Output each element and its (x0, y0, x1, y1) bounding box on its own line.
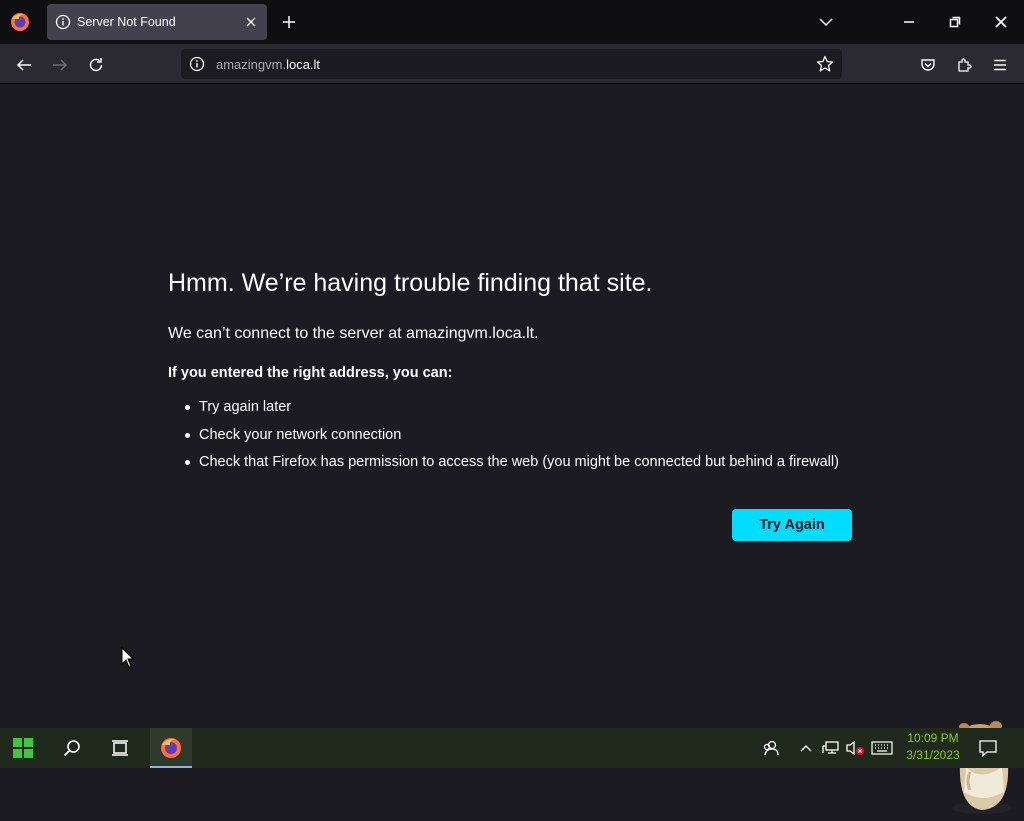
reload-icon[interactable] (82, 51, 110, 79)
clock[interactable]: 10:09 PM 3/31/2023 (896, 730, 970, 766)
notification-icon[interactable] (976, 728, 1000, 768)
mouse-cursor-icon (121, 646, 135, 669)
url-prefix: amazingvm. (216, 57, 287, 72)
taskbar: 10:09 PM 3/31/2023 (0, 728, 1024, 768)
nav-bar: amazingvm.loca.lt (0, 44, 1024, 84)
tab-title: Server Not Found (77, 15, 176, 29)
error-page: Hmm. We’re having trouble finding that s… (0, 84, 1024, 814)
clock-time: 10:09 PM (907, 731, 959, 745)
forward-icon[interactable] (46, 51, 74, 79)
error-subheading: If you entered the right address, you ca… (168, 365, 453, 381)
firefox-icon (161, 738, 181, 758)
close-window-icon[interactable] (978, 0, 1024, 44)
back-icon[interactable] (10, 51, 38, 79)
keyboard-icon[interactable] (870, 728, 894, 768)
title-bar: Server Not Found (0, 0, 1024, 44)
network-icon[interactable] (820, 728, 842, 768)
windows-start-icon[interactable] (0, 728, 46, 768)
tab-server-not-found[interactable]: Server Not Found (47, 4, 267, 40)
tray-chevron-icon[interactable] (798, 728, 814, 768)
try-again-button[interactable]: Try Again (732, 509, 852, 541)
minimize-icon[interactable] (886, 0, 932, 44)
list-item: Try again later (168, 396, 839, 424)
firefox-icon[interactable] (8, 10, 32, 34)
people-icon[interactable] (760, 728, 782, 768)
restore-icon[interactable] (932, 0, 978, 44)
menu-icon[interactable] (986, 51, 1014, 79)
task-view-icon[interactable] (97, 728, 143, 768)
firefox-taskbar-button[interactable] (150, 728, 192, 768)
star-icon[interactable] (815, 54, 835, 74)
error-description: We can’t connect to the server at amazin… (168, 325, 539, 342)
info-icon (55, 14, 71, 30)
plus-icon[interactable] (277, 10, 301, 34)
extensions-icon[interactable] (950, 51, 978, 79)
url-bar[interactable]: amazingvm.loca.lt (181, 49, 842, 79)
chevron-down-icon[interactable] (813, 10, 839, 34)
url-domain: loca.lt (286, 57, 321, 72)
clock-date: 3/31/2023 (906, 748, 960, 762)
pocket-icon[interactable] (914, 51, 942, 79)
list-item: Check your network connection (168, 424, 839, 452)
info-icon[interactable] (189, 56, 205, 72)
search-icon[interactable] (49, 728, 95, 768)
url-text[interactable]: amazingvm.loca.lt (216, 57, 320, 72)
close-icon[interactable] (241, 12, 261, 32)
suggestion-list: Try again later Check your network conne… (168, 396, 839, 479)
volume-muted-icon[interactable] (844, 728, 866, 768)
list-item: Check that Firefox has permission to acc… (168, 451, 839, 479)
error-title: Hmm. We’re having trouble finding that s… (168, 269, 653, 297)
